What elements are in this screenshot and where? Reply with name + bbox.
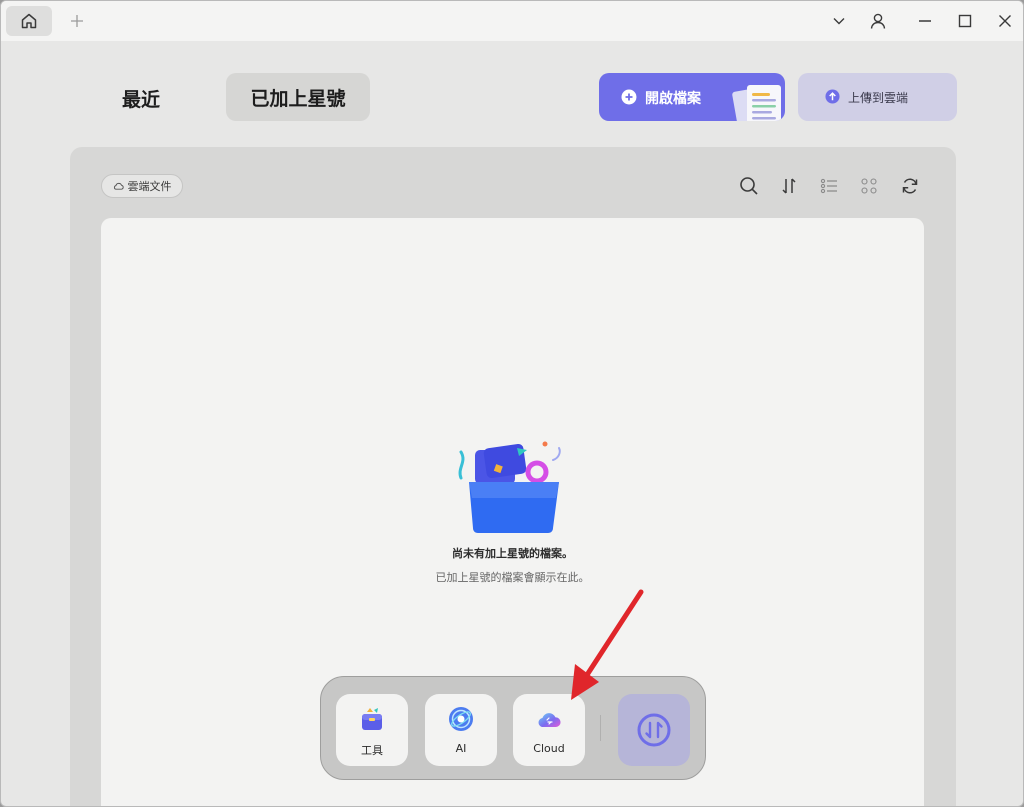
account-button[interactable]: [864, 9, 892, 33]
plus-icon: [71, 15, 83, 27]
dock-separator: [600, 715, 601, 741]
empty-state-subtitle: 已加上星號的檔案會顯示在此。: [435, 571, 590, 584]
refresh-button[interactable]: [897, 173, 923, 199]
home-tab[interactable]: [6, 6, 52, 36]
dock-item-ai[interactable]: AI: [425, 694, 497, 766]
plus-circle-icon: [621, 89, 637, 105]
dock-item-ai-label: AI: [455, 742, 467, 755]
ai-icon: [449, 707, 473, 731]
list-view-button[interactable]: [816, 173, 842, 199]
open-file-label: 開啟檔案: [645, 91, 701, 107]
dock-item-tools-label: 工具: [361, 744, 383, 757]
close-icon: [999, 15, 1011, 27]
dock-item-cloud-label: Cloud: [533, 742, 565, 755]
annotation-arrow: [571, 589, 644, 700]
open-file-button[interactable]: 開啟檔案: [599, 73, 785, 121]
dropdown-button[interactable]: [825, 9, 853, 33]
grid-view-icon: [861, 178, 877, 194]
upload-icon: [825, 89, 840, 104]
dock-item-tools[interactable]: 工具: [336, 694, 408, 766]
search-button[interactable]: [736, 173, 762, 199]
minimize-icon: [919, 20, 931, 22]
sort-icon: [782, 178, 796, 194]
user-icon: [870, 13, 886, 29]
cloud-icon: [538, 713, 561, 727]
title-bar: [1, 1, 1023, 41]
close-button[interactable]: [991, 9, 1019, 33]
tab-recent[interactable]: 最近: [93, 75, 189, 121]
cloud-outline-icon: [113, 182, 124, 190]
empty-state-title: 尚未有加上星號的檔案。: [452, 547, 573, 560]
minimize-button[interactable]: [911, 9, 939, 33]
refresh-icon: [902, 178, 918, 194]
new-tab-button[interactable]: [63, 9, 91, 33]
sort-button[interactable]: [776, 173, 802, 199]
documents-illustration: [732, 85, 781, 121]
cloud-chip-label: 雲端文件: [127, 180, 172, 193]
chevron-down-icon: [833, 18, 845, 25]
grid-view-button[interactable]: [856, 173, 882, 199]
home-icon: [21, 13, 37, 29]
maximize-button[interactable]: [951, 9, 979, 33]
app-window: 最近 已加上星號 開啟檔案 上傳到雲端 雲端文件 尚未有加上星號的檔案。 已加上…: [0, 0, 1024, 807]
upload-cloud-label: 上傳到雲端: [848, 91, 909, 105]
list-view-icon: [820, 178, 837, 194]
maximize-icon: [958, 14, 972, 28]
search-icon: [740, 177, 758, 195]
empty-folder-illustration: [458, 441, 561, 533]
cloud-documents-chip[interactable]: 雲端文件: [101, 174, 183, 198]
convert-icon: [637, 713, 671, 747]
toolbox-icon: [362, 708, 382, 730]
tab-starred[interactable]: 已加上星號: [226, 73, 370, 121]
upload-cloud-button[interactable]: 上傳到雲端: [798, 73, 957, 121]
